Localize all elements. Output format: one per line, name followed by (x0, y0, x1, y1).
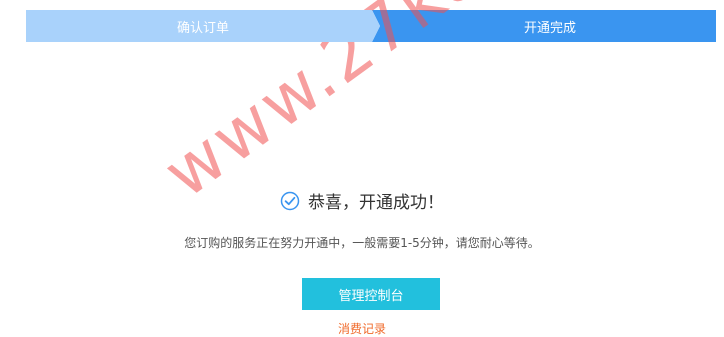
success-description: 您订购的服务正在努力开通中，一般需要1-5分钟，请您耐心等待。 (184, 236, 540, 250)
success-title: 恭喜，开通成功！ (308, 193, 444, 213)
check-circle-icon (280, 191, 300, 211)
step-confirm-order-label: 确认订单 (176, 20, 229, 36)
consumption-records-link[interactable]: 消费记录 (0, 320, 724, 337)
management-console-button[interactable]: 管理控制台 (302, 278, 440, 310)
progress-steps: 确认订单 开通完成 (26, 10, 716, 42)
step-activation-complete-label: 开通完成 (523, 20, 576, 36)
step-activation-complete: 开通完成 (372, 10, 716, 42)
step-confirm-order: 确认订单 (26, 10, 380, 42)
success-message: 恭喜，开通成功！ (0, 188, 724, 213)
